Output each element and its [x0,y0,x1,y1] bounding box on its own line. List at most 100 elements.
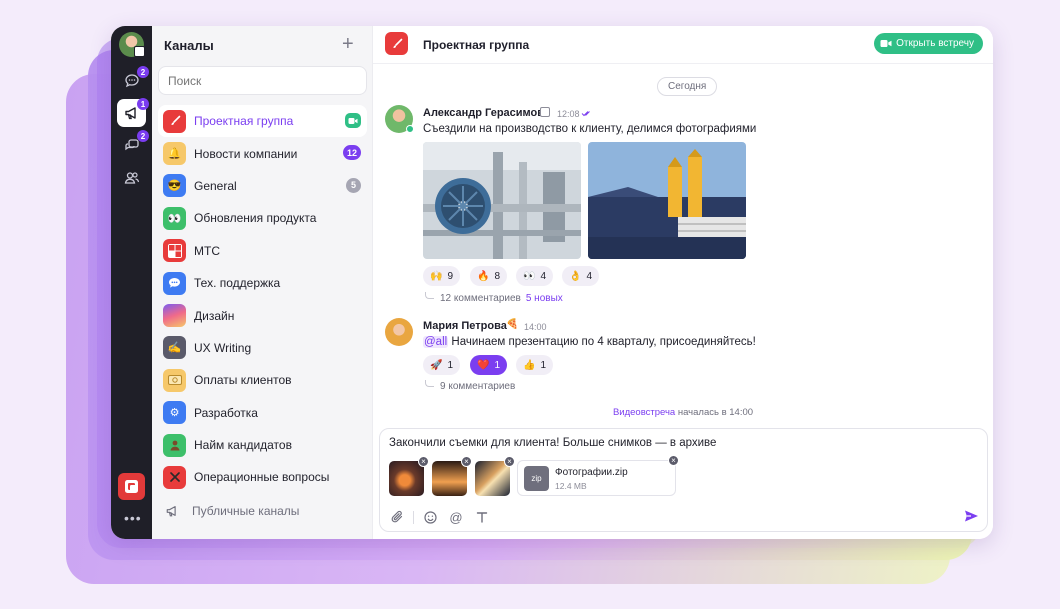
channel-label: Разработка [194,405,258,420]
message-time: 12:08 [557,109,580,119]
eyes-icon: 👀 [163,206,186,230]
contacts-button[interactable] [117,164,146,192]
chat-title: Проектная группа [423,38,530,52]
message-text: @all Начинаем презентацию по 4 кварталу,… [423,336,756,348]
channel-item[interactable]: Дизайн [158,299,367,331]
thread-link[interactable]: 12 комментариев 5 новых [440,293,563,304]
zip-file-icon: zip [524,466,549,491]
search-input[interactable] [158,66,367,95]
toolbar-divider [413,511,414,524]
reaction-chip[interactable]: 🚀 1 [423,355,461,375]
system-message-text: началась в 14:00 [677,407,754,418]
text-format-icon [476,512,488,523]
file-size: 12.4 MB [555,481,587,491]
channel-item[interactable]: Оплаты клиентов [158,364,367,396]
bell-icon: 🔔 [163,142,186,166]
channel-label: Новости компании [194,146,298,161]
new-comments-count: 5 новых [525,293,563,304]
message-text: Съездили на производство к клиенту, дели… [423,123,757,135]
raised-hands-icon: 🙌 [430,270,443,282]
message-time: 14:00 [524,322,547,332]
gear-icon: ⚙ [163,401,186,425]
attachment-thumbnail[interactable] [389,461,424,496]
add-channel-button[interactable]: + [342,33,354,56]
remove-attachment-icon[interactable]: × [504,456,515,467]
channel-item[interactable]: Операционные вопросы [158,461,367,493]
channel-item[interactable]: Тех. поддержка [158,267,367,299]
reaction-count: 1 [494,359,501,371]
channel-item[interactable]: 😎 General 5 [158,170,367,202]
mention-button[interactable]: @ [448,509,464,525]
comments-count: 9 комментариев [440,381,516,392]
reaction-chip[interactable]: 👀 4 [516,266,554,286]
remove-attachment-icon[interactable]: × [418,456,429,467]
thread-link[interactable]: 9 комментариев [440,381,515,392]
thumbs-up-icon: 👍 [523,359,536,371]
reaction-chip[interactable]: 🙌 9 [423,266,461,286]
channel-item[interactable]: 👀 Обновления продукта [158,202,367,234]
channel-label: UX Writing [194,340,252,355]
megaphone-icon [166,505,176,517]
attachment-thumbnail[interactable] [475,461,510,496]
reaction-chip-selected[interactable]: ❤️ 1 [470,355,508,375]
nav-rail: 2 1 2 ••• [111,26,152,539]
composer-input[interactable]: Закончили съемки для клиента! Больше сни… [389,437,716,449]
more-icon[interactable]: ••• [124,510,142,526]
format-button[interactable] [474,509,490,525]
attachment-thumbnail[interactable] [432,461,467,496]
thread-connector [425,292,434,299]
avatar[interactable] [385,318,413,346]
reaction-count: 4 [586,270,593,282]
channel-item[interactable]: Найм кандидатов [158,429,367,461]
online-status-icon [406,125,414,133]
person-icon [163,433,186,457]
fire-icon: 🔥 [477,270,490,282]
mention-tag[interactable]: @all [423,336,449,348]
at-sign-icon: @ [449,509,463,525]
file-attachment[interactable]: zip Фотографии.zip 12.4 MB [517,460,676,496]
paperclip-icon [391,510,402,523]
threads-badge: 2 [137,130,149,142]
channel-item[interactable]: 🔔 Новости компании 12 [158,137,367,169]
chat-main: Проектная группа Открыть встречу Сегодня… [373,26,993,539]
remove-attachment-icon[interactable]: × [668,455,679,466]
public-channels-label: Публичные каналы [192,503,300,518]
channel-item[interactable]: ✍ UX Writing [158,332,367,364]
system-message: Видеовстреча началась в 14:00 [373,407,993,418]
reaction-chip[interactable]: 👌 4 [562,266,600,286]
channel-label: Дизайн [194,308,235,323]
calendar-status-icon [540,107,550,117]
chats-badge: 2 [137,66,149,78]
heart-icon: ❤️ [477,359,490,371]
message-author[interactable]: Александр Герасимов [423,107,544,119]
channel-item[interactable]: МТС [158,235,367,267]
message-composer[interactable]: Закончили съемки для клиента! Больше сни… [379,428,988,532]
emoji-button[interactable] [422,509,438,525]
reaction-chip[interactable]: 👍 1 [516,355,554,375]
channel-label: Обновления продукта [194,211,317,226]
channel-item[interactable]: ⚙ Разработка [158,397,367,429]
attached-photo[interactable] [588,142,746,259]
pizza-icon: 🍕 [506,319,519,330]
attached-photo[interactable] [423,142,581,259]
open-meeting-button[interactable]: Открыть встречу [874,33,983,54]
channel-label: Тех. поддержка [194,276,281,291]
send-button[interactable] [964,509,979,528]
mts-logo-icon [163,239,186,263]
app-logo-button[interactable] [118,473,145,500]
unread-count-badge: 12 [342,145,361,161]
remove-attachment-icon[interactable]: × [461,456,472,467]
channel-label: Операционные вопросы [194,470,330,485]
video-call-icon[interactable] [345,113,361,128]
message-author[interactable]: Мария Петрова [423,320,507,332]
channel-label: Оплаты клиентов [194,373,292,388]
channel-item[interactable]: Проектная группа [158,105,367,138]
gradient-icon [163,304,186,328]
video-meeting-link[interactable]: Видеовстреча [613,407,675,418]
public-channels-link[interactable]: Публичные каналы [158,496,367,526]
reaction-chip[interactable]: 🔥 8 [470,266,508,286]
chat-header: Проектная группа Открыть встречу [373,26,993,64]
reaction-count: 1 [447,359,454,371]
attach-button[interactable] [389,509,405,525]
channels-title: Каналы [164,38,214,53]
